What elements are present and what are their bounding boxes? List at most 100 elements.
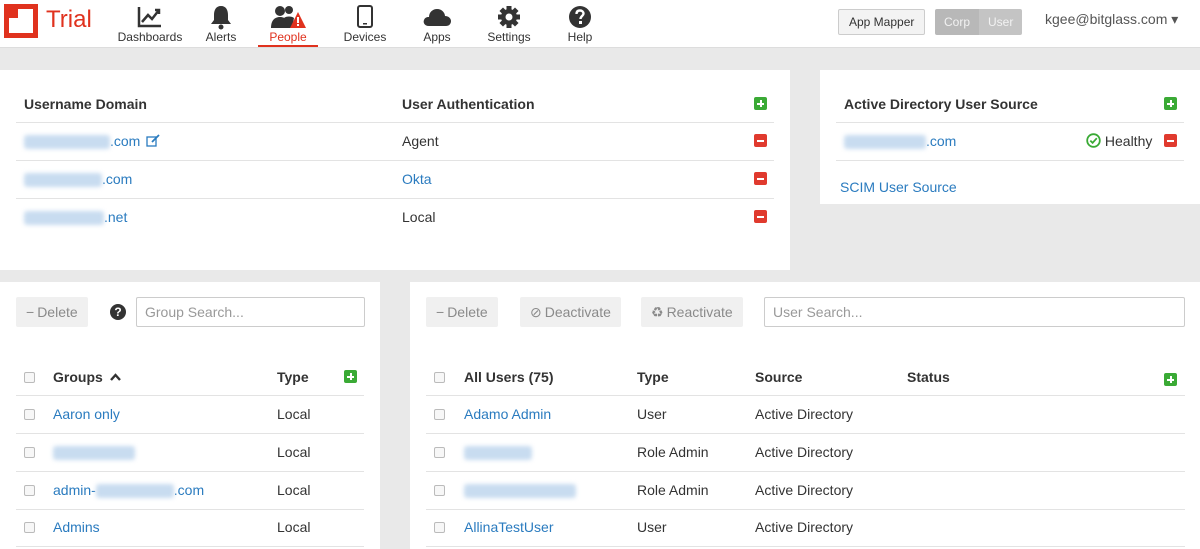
group-link[interactable]: admin- .com — [53, 482, 204, 499]
top-navigation-bar: Trial Dashboards Alerts People Devices A… — [0, 0, 1200, 48]
active-directory-panel: Active Directory User Source .com Health… — [820, 70, 1200, 204]
redacted-text — [24, 135, 110, 150]
user-search-input[interactable] — [764, 297, 1185, 327]
col-user-authentication: User Authentication — [402, 96, 535, 112]
select-all-groups-checkbox[interactable] — [24, 372, 35, 383]
redacted-text — [24, 211, 104, 226]
toggle-user[interactable]: User — [979, 9, 1023, 35]
user-link[interactable] — [464, 444, 532, 461]
nav-alerts-label: Alerts — [205, 30, 237, 44]
add-domain-icon[interactable] — [754, 97, 767, 110]
select-all-users-checkbox[interactable] — [434, 372, 445, 383]
group-link[interactable]: Admins — [53, 519, 100, 535]
add-user-icon[interactable] — [1164, 373, 1177, 386]
user-type: User — [637, 406, 667, 422]
remove-domain-icon[interactable] — [754, 134, 767, 147]
minus-icon: − — [26, 304, 35, 320]
remove-domain-icon[interactable] — [754, 210, 767, 223]
reactivate-user-button[interactable]: ♻ Reactivate — [641, 297, 743, 327]
col-groups[interactable]: Groups — [53, 369, 121, 385]
question-circle-icon — [569, 6, 591, 28]
divider — [16, 433, 364, 434]
redacted-text — [464, 446, 532, 461]
nav-dashboards[interactable]: Dashboards — [116, 4, 184, 46]
nav-help-label: Help — [567, 30, 593, 44]
user-link[interactable]: Adamo Admin — [464, 406, 551, 422]
question-circle-icon[interactable]: ? — [110, 304, 126, 320]
remove-domain-icon[interactable] — [754, 172, 767, 185]
redacted-text — [464, 484, 576, 499]
chevron-up-icon — [109, 373, 121, 381]
domain-link[interactable]: .net — [24, 209, 127, 226]
nav-settings-label: Settings — [487, 30, 531, 44]
divider — [16, 395, 364, 396]
delete-group-button[interactable]: − Delete — [16, 297, 88, 327]
corp-user-toggle[interactable]: Corp User — [935, 9, 1023, 35]
user-type: Role Admin — [637, 444, 709, 460]
group-type: Local — [277, 444, 311, 460]
nav-help[interactable]: Help — [565, 4, 595, 46]
nav-apps-label: Apps — [423, 30, 451, 44]
row-checkbox[interactable] — [434, 522, 445, 533]
redacted-text — [24, 173, 102, 188]
row-checkbox[interactable] — [434, 409, 445, 420]
redacted-text — [95, 484, 174, 499]
divider — [426, 471, 1185, 472]
user-type: Role Admin — [637, 482, 709, 498]
scim-user-source-link[interactable]: SCIM User Source — [840, 179, 957, 195]
group-search-input[interactable] — [136, 297, 365, 327]
ad-source-link[interactable]: .com — [844, 133, 956, 150]
group-type: Local — [277, 482, 311, 498]
add-source-icon[interactable] — [1164, 97, 1177, 110]
col-type: Type — [277, 369, 309, 385]
tablet-icon — [357, 5, 373, 28]
row-checkbox[interactable] — [24, 522, 35, 533]
divider — [16, 509, 364, 510]
row-checkbox[interactable] — [24, 409, 35, 420]
row-checkbox[interactable] — [434, 447, 445, 458]
user-link[interactable] — [464, 482, 576, 499]
row-checkbox[interactable] — [434, 485, 445, 496]
redacted-text — [844, 135, 926, 150]
row-checkbox[interactable] — [24, 447, 35, 458]
col-all-users[interactable]: All Users (75) — [464, 369, 553, 385]
domain-link[interactable]: .com — [24, 171, 132, 188]
divider — [16, 546, 364, 547]
group-type: Local — [277, 519, 311, 535]
remove-source-icon[interactable] — [1164, 134, 1177, 147]
domain-link[interactable]: .com — [24, 133, 160, 150]
nav-alerts[interactable]: Alerts — [204, 4, 238, 46]
user-link[interactable]: AllinaTestUser — [464, 519, 553, 535]
divider — [16, 122, 774, 123]
group-type: Local — [277, 406, 311, 422]
add-group-icon[interactable] — [344, 370, 357, 383]
auth-link[interactable]: Okta — [402, 171, 432, 187]
nav-people[interactable]: People — [258, 4, 318, 47]
ad-status: Healthy — [1086, 133, 1152, 149]
user-account-menu[interactable]: kgee@bitglass.com ▾ — [1045, 11, 1178, 28]
group-link[interactable]: Aaron only — [53, 406, 120, 422]
nav-settings[interactable]: Settings — [484, 4, 534, 46]
nav-apps[interactable]: Apps — [420, 4, 454, 46]
nav-devices[interactable]: Devices — [342, 4, 388, 46]
row-checkbox[interactable] — [24, 485, 35, 496]
check-circle-icon — [1086, 133, 1101, 148]
deactivate-user-button[interactable]: ⊘ Deactivate — [520, 297, 621, 327]
ad-panel-title: Active Directory User Source — [844, 96, 1038, 112]
groups-panel: −Delete ? Groups Type Aaron only Local L… — [0, 282, 380, 549]
recycle-icon: ♻ — [651, 304, 664, 320]
delete-user-button[interactable]: − Delete — [426, 297, 498, 327]
nav-people-label: People — [269, 30, 307, 44]
col-status: Status — [907, 369, 950, 385]
group-link[interactable] — [53, 444, 135, 461]
toggle-corp[interactable]: Corp — [935, 9, 980, 35]
logo-text: Trial — [46, 6, 92, 33]
auth-value: Agent — [402, 133, 439, 149]
bell-icon — [211, 6, 231, 30]
col-source: Source — [755, 369, 803, 385]
edit-icon[interactable] — [146, 134, 160, 147]
app-mapper-button[interactable]: App Mapper — [838, 9, 926, 35]
divider — [426, 546, 1185, 547]
user-source: Active Directory — [755, 519, 854, 535]
divider — [16, 198, 774, 199]
